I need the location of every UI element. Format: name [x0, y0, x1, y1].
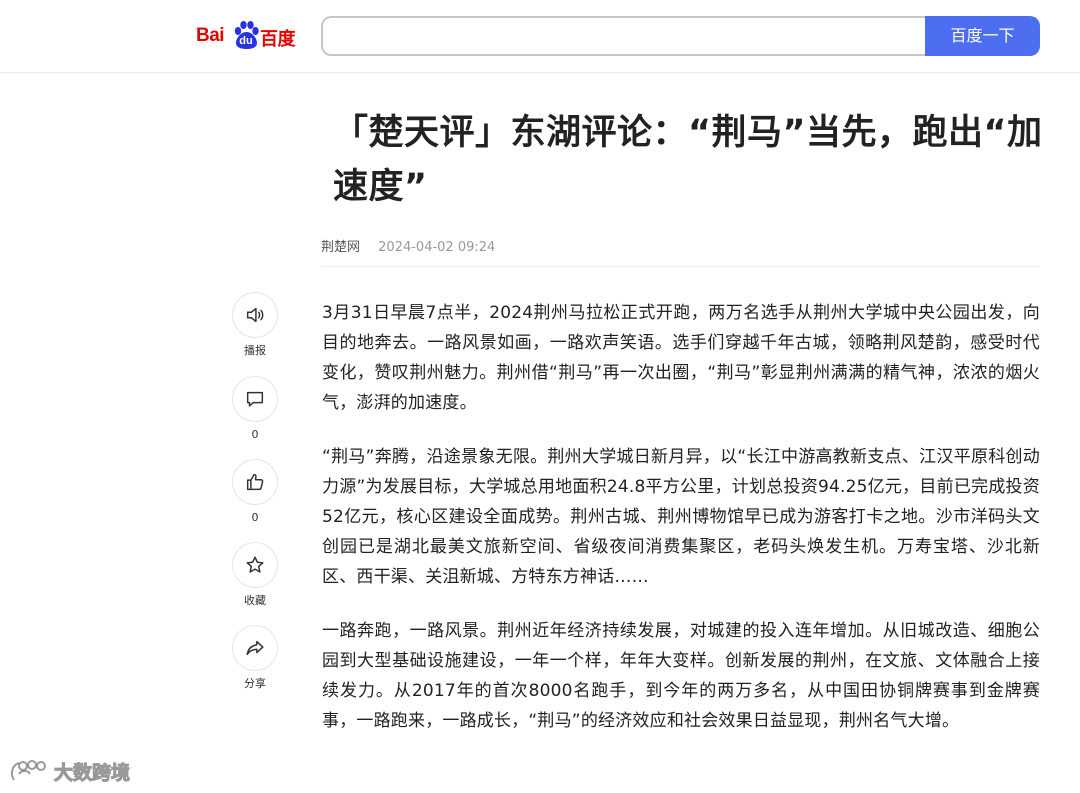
- search-box[interactable]: [321, 16, 927, 56]
- search-button[interactable]: 百度一下: [925, 16, 1040, 56]
- like-button[interactable]: 0: [230, 459, 280, 525]
- comment-count: 0: [251, 428, 259, 441]
- share-button[interactable]: 分享: [230, 625, 280, 691]
- article-paragraph: 3月31日早晨7点半，2024荆州马拉松正式开跑，两万名选手从荆州大学城中央公园…: [322, 303, 1040, 413]
- share-label: 分享: [244, 677, 266, 690]
- divider: [321, 266, 1040, 267]
- thumbs-up-icon: [246, 473, 264, 491]
- article-title: 「楚天评」东湖评论：“荆马”当先，跑出“加速度”: [333, 113, 1043, 207]
- favorite-label: 收藏: [244, 594, 266, 607]
- broadcast-label: 播报: [244, 344, 266, 357]
- article-body: 3月31日早晨7点半，2024荆州马拉松正式开跑，两万名选手从荆州大学城中央公园…: [322, 298, 1040, 760]
- baidu-logo[interactable]: Bai du 百度: [196, 19, 304, 55]
- article-paragraph: 一路奔跑，一路风景。荆州近年经济持续发展，对城建的投入连年增加。从旧城改造、细胞…: [322, 621, 1040, 731]
- share-icon: [246, 640, 264, 656]
- article-paragraph: “荆马”奔腾，沿途景象无限。荆州大学城日新月异，以“长江中游高教新支点、江汉平原…: [322, 447, 1040, 587]
- logo-text-du: du: [239, 35, 253, 47]
- logo-text-bai: Bai: [196, 25, 225, 46]
- favorite-button[interactable]: 收藏: [230, 542, 280, 608]
- like-count: 0: [251, 511, 259, 524]
- comment-button[interactable]: 0: [230, 376, 280, 442]
- watermark-text: 大数跨境: [53, 761, 131, 784]
- search-input[interactable]: [335, 18, 919, 54]
- article-datetime: 2024-04-02 09:24: [378, 240, 496, 255]
- watermark: 大数跨境: [8, 756, 131, 786]
- speaker-icon: [246, 307, 264, 323]
- comment-icon: [246, 391, 264, 407]
- star-icon: [246, 556, 264, 573]
- article-meta: 荆楚网 2024-04-02 09:24: [321, 236, 495, 255]
- broadcast-button[interactable]: 播报: [230, 292, 280, 358]
- article-source[interactable]: 荆楚网: [321, 240, 360, 255]
- logo-text-cn: 百度: [260, 29, 296, 50]
- watermark-logo-icon: [10, 760, 46, 781]
- top-bar: Bai du 百度 百度一下: [0, 0, 1080, 73]
